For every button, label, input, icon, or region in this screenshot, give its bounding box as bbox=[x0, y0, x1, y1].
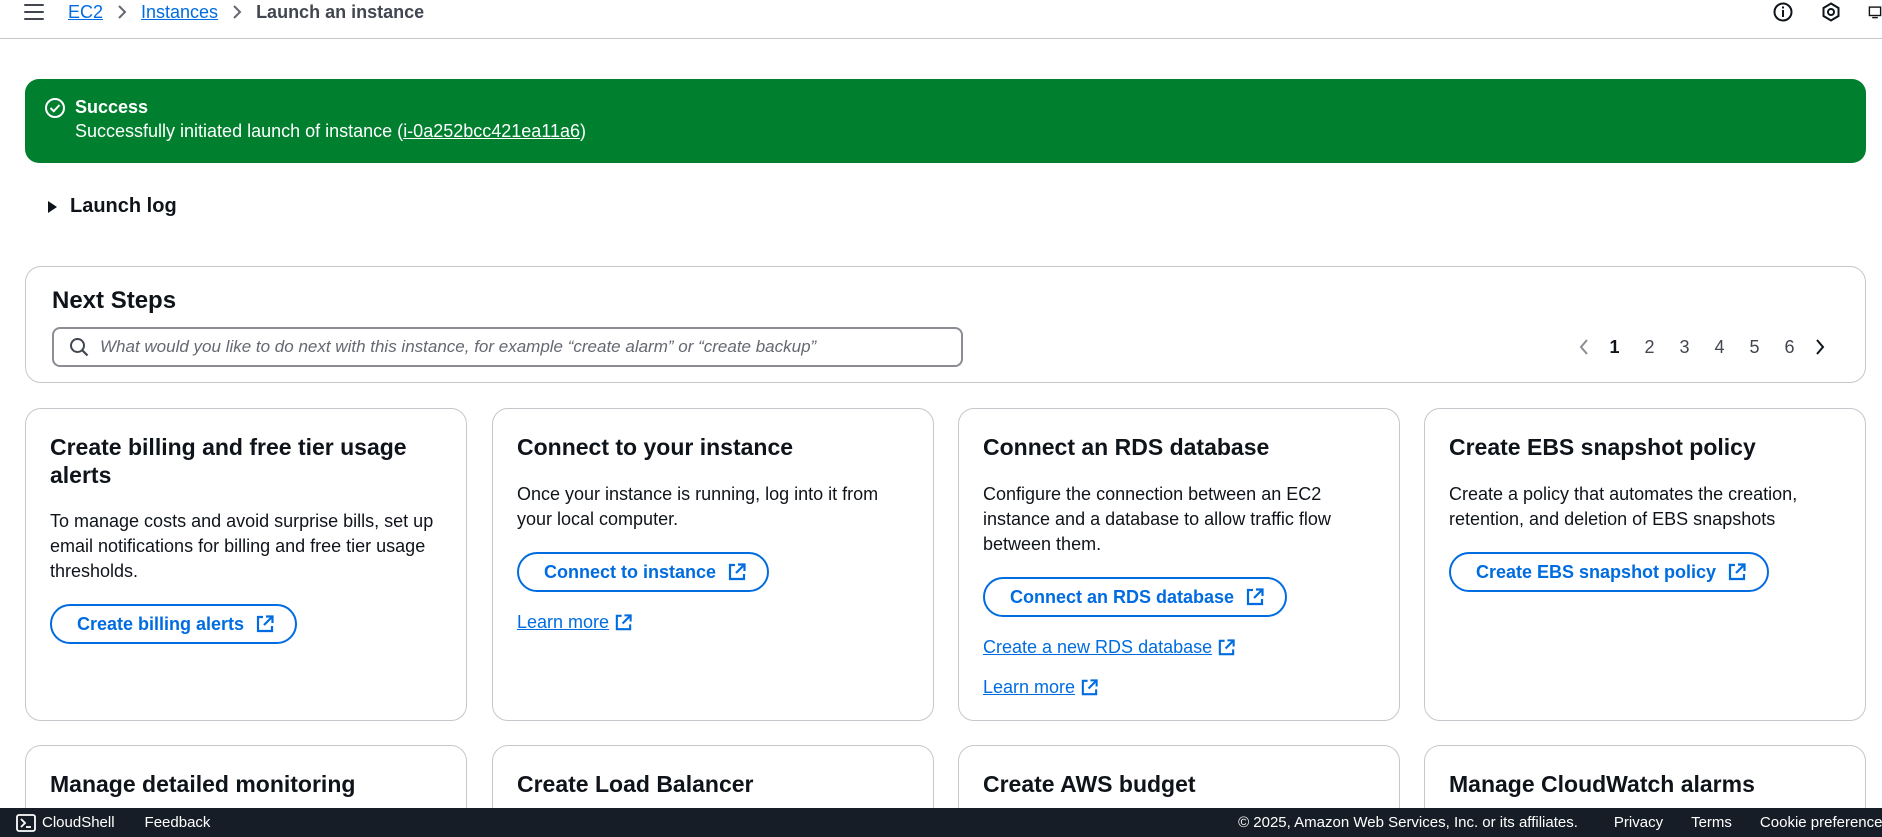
privacy-link[interactable]: Privacy bbox=[1614, 814, 1663, 831]
page-2-button[interactable]: 2 bbox=[1632, 337, 1667, 358]
caret-right-icon bbox=[48, 200, 57, 213]
link-label: Create a new RDS database bbox=[983, 637, 1213, 657]
menu-icon[interactable] bbox=[24, 4, 44, 20]
button-label: Create EBS snapshot policy bbox=[1476, 561, 1717, 582]
learn-more-link[interactable]: Learn more bbox=[517, 612, 633, 633]
flash-title: Success bbox=[75, 97, 149, 117]
external-link-icon bbox=[1080, 678, 1099, 697]
page-5-button[interactable]: 5 bbox=[1737, 337, 1772, 358]
page-6-button[interactable]: 6 bbox=[1772, 337, 1807, 358]
terms-link[interactable]: Terms bbox=[1691, 814, 1732, 831]
cloudshell-button[interactable]: CloudShell bbox=[16, 813, 115, 832]
link-label: Learn more bbox=[517, 612, 610, 632]
card-ebs-snapshot-policy: Create EBS snapshot policy Create a poli… bbox=[1424, 408, 1866, 721]
card-title: Create billing and free tier usage alert… bbox=[50, 434, 407, 488]
flash-message-suffix: ) bbox=[580, 121, 587, 141]
card-description: Configure the connection between an EC2 … bbox=[983, 484, 1331, 554]
card-title: Create AWS budget bbox=[983, 771, 1196, 797]
breadcrumb-current: Launch an instance bbox=[256, 1, 425, 22]
card-billing-alerts: Create billing and free tier usage alert… bbox=[25, 408, 467, 721]
card-description: Create a policy that automates the creat… bbox=[1449, 484, 1798, 529]
search-input[interactable] bbox=[100, 337, 920, 357]
card-title: Create Load Balancer bbox=[517, 771, 754, 797]
info-icon[interactable] bbox=[1772, 1, 1794, 23]
button-label: Connect an RDS database bbox=[1010, 586, 1235, 607]
external-link-icon bbox=[614, 613, 633, 632]
chevron-right-icon bbox=[232, 4, 242, 20]
connect-rds-database-button[interactable]: Connect an RDS database bbox=[983, 577, 1288, 617]
pagination: 1 2 3 4 5 6 bbox=[1575, 333, 1829, 361]
page-3-button[interactable]: 3 bbox=[1667, 337, 1702, 358]
card-title: Connect an RDS database bbox=[983, 434, 1270, 460]
copyright-text: © 2025, Amazon Web Services, Inc. or its… bbox=[1238, 814, 1578, 831]
create-billing-alerts-button[interactable]: Create billing alerts bbox=[50, 604, 298, 644]
card-title: Connect to your instance bbox=[517, 434, 794, 460]
feedback-link[interactable]: Feedback bbox=[145, 814, 211, 831]
next-steps-title: Next Steps bbox=[52, 287, 177, 314]
button-label: Create billing alerts bbox=[77, 613, 245, 634]
flash-message-prefix: Successfully initiated launch of instanc… bbox=[75, 121, 404, 141]
external-link-icon bbox=[1217, 638, 1236, 657]
next-steps-search[interactable] bbox=[52, 327, 963, 367]
next-steps-panel: Next Steps 1 2 3 4 5 6 bbox=[25, 266, 1866, 383]
top-utility-icons bbox=[1746, 0, 1882, 24]
create-ebs-snapshot-policy-button[interactable]: Create EBS snapshot policy bbox=[1449, 552, 1770, 592]
chevron-right-icon bbox=[117, 4, 127, 20]
card-description: To manage costs and avoid surprise bills… bbox=[50, 511, 434, 581]
footer-right: © 2025, Amazon Web Services, Inc. or its… bbox=[1202, 808, 1882, 837]
split-panel-icon[interactable] bbox=[1868, 1, 1882, 23]
cloudshell-icon bbox=[16, 813, 36, 832]
success-check-icon bbox=[44, 97, 66, 119]
console-footer: CloudShell Feedback © 2025, Amazon Web S… bbox=[0, 808, 1882, 837]
create-new-rds-database-link[interactable]: Create a new RDS database bbox=[983, 637, 1236, 658]
search-icon bbox=[68, 336, 90, 358]
launch-log-label: Launch log bbox=[70, 195, 177, 217]
chevron-left-icon[interactable] bbox=[1575, 338, 1593, 356]
card-description: Once your instance is running, log into … bbox=[517, 484, 879, 529]
breadcrumb-ec2-link[interactable]: EC2 bbox=[68, 2, 103, 23]
card-connect-instance: Connect to your instance Once your insta… bbox=[492, 408, 934, 721]
chevron-right-icon[interactable] bbox=[1811, 338, 1829, 356]
external-link-icon bbox=[727, 562, 747, 582]
card-title: Create EBS snapshot policy bbox=[1449, 434, 1756, 460]
launch-log-toggle[interactable]: Launch log bbox=[48, 195, 177, 218]
card-title: Manage detailed monitoring bbox=[50, 771, 356, 797]
external-link-icon bbox=[255, 614, 275, 634]
top-navigation-bar: EC2 Instances Launch an instance bbox=[0, 0, 1882, 39]
flash-message: Successfully initiated launch of instanc… bbox=[75, 121, 586, 142]
card-connect-rds: Connect an RDS database Configure the co… bbox=[958, 408, 1400, 721]
cookie-preferences-link[interactable]: Cookie preferences bbox=[1760, 814, 1882, 831]
cloudshell-label: CloudShell bbox=[42, 814, 115, 831]
button-label: Connect to instance bbox=[544, 561, 717, 582]
card-title: Manage CloudWatch alarms bbox=[1449, 771, 1755, 797]
external-link-icon bbox=[1245, 587, 1265, 607]
connect-to-instance-button[interactable]: Connect to instance bbox=[517, 552, 770, 592]
link-label: Learn more bbox=[983, 677, 1076, 697]
learn-more-link[interactable]: Learn more bbox=[983, 677, 1099, 698]
breadcrumb: EC2 Instances Launch an instance bbox=[68, 0, 424, 24]
success-flash-banner: Success Successfully initiated launch of… bbox=[25, 79, 1866, 163]
breadcrumb-instances-link[interactable]: Instances bbox=[141, 2, 218, 23]
instance-id-link[interactable]: i-0a252bcc421ea11a6 bbox=[403, 121, 580, 141]
page-1-button[interactable]: 1 bbox=[1597, 337, 1632, 358]
settings-hexagon-icon[interactable] bbox=[1820, 1, 1842, 23]
external-link-icon bbox=[1727, 562, 1747, 582]
page-4-button[interactable]: 4 bbox=[1702, 337, 1737, 358]
